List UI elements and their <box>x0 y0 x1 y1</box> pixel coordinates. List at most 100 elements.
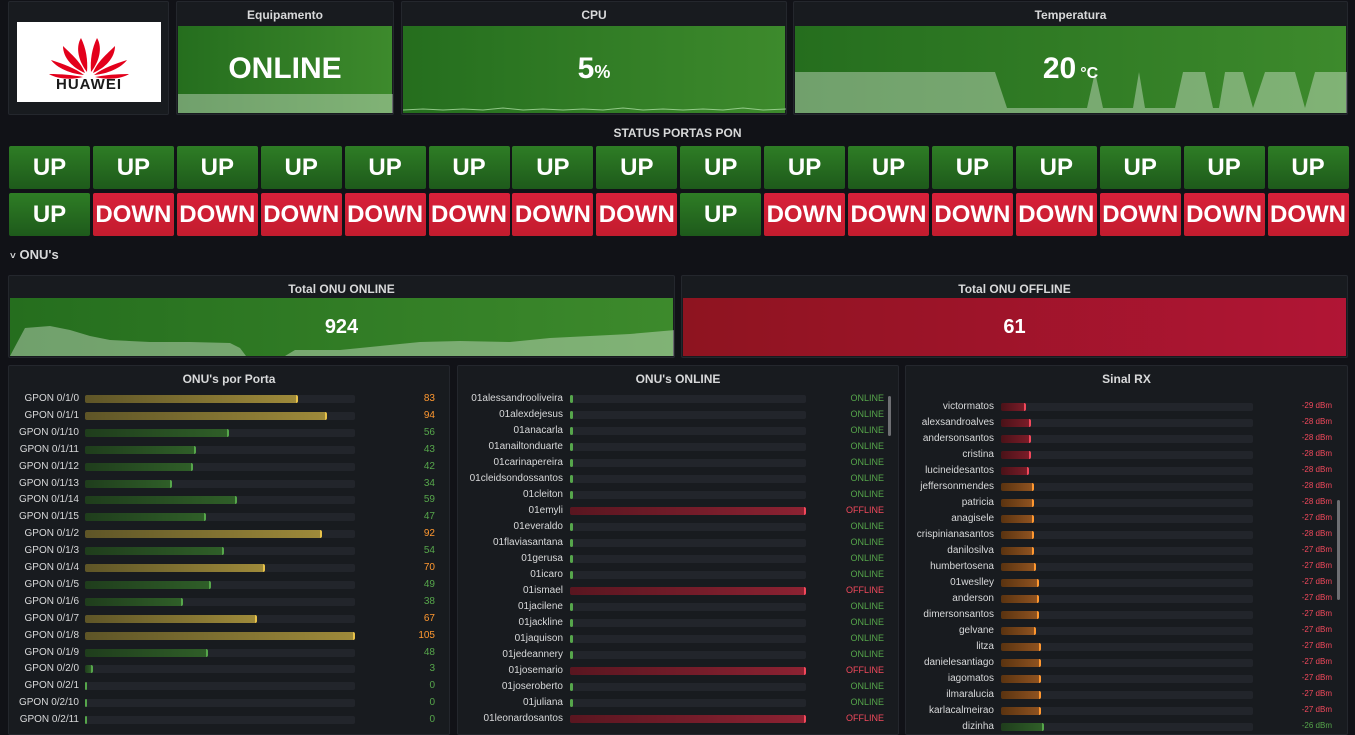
scrollbar[interactable] <box>1337 500 1340 600</box>
onu-row[interactable]: 01leonardosantos OFFLINE <box>458 711 898 727</box>
porta-row: GPON 0/1/12 42 <box>9 459 449 475</box>
panel-title: Sinal RX <box>1102 372 1151 386</box>
onu-status-text: ONLINE <box>850 601 884 611</box>
onu-status-text: ONLINE <box>850 681 884 691</box>
onu-row[interactable]: 01juliana ONLINE <box>458 695 898 711</box>
porta-bar-track <box>85 547 355 556</box>
onu-row[interactable]: 01jedeannery ONLINE <box>458 647 898 663</box>
pon-port-status: DOWN <box>1015 193 1097 236</box>
porta-value: 105 <box>418 629 435 641</box>
rx-row[interactable]: lucineidesantos -28 dBm <box>906 463 1346 479</box>
onus-row-toggle[interactable]: ˅ ONU's <box>10 247 59 262</box>
porta-bar-track <box>85 530 355 539</box>
onu-row[interactable]: 01alexdejesus ONLINE <box>458 407 898 423</box>
rx-bar-track <box>1001 595 1253 603</box>
onu-row[interactable]: 01jackline ONLINE <box>458 615 898 631</box>
porta-value: 3 <box>429 663 435 675</box>
onu-row[interactable]: 01carinapereira ONLINE <box>458 455 898 471</box>
onu-row[interactable]: 01josemario OFFLINE <box>458 663 898 679</box>
porta-value: 83 <box>423 393 435 404</box>
onu-status-fill <box>570 411 573 419</box>
porta-bar-fill <box>85 564 265 572</box>
onu-status-text: OFFLINE <box>845 505 884 515</box>
onu-row[interactable]: 01cleiton ONLINE <box>458 487 898 503</box>
onu-status-fill <box>570 667 806 675</box>
sinal-rx-panel: Sinal RX victormatos -29 dBm alexsandroalv… <box>905 365 1348 735</box>
rx-name: dimersonsantos <box>923 609 994 620</box>
onu-row[interactable]: 01jaquison ONLINE <box>458 631 898 647</box>
rx-bar-fill <box>1001 547 1034 555</box>
onu-row[interactable]: 01icaro ONLINE <box>458 567 898 583</box>
onu-row[interactable]: 01gerusa ONLINE <box>458 551 898 567</box>
onu-status-text: ONLINE <box>850 537 884 547</box>
rx-row[interactable]: anagisele -27 dBm <box>906 511 1346 527</box>
onu-status-bar <box>570 491 806 499</box>
rx-row[interactable]: anderson -27 dBm <box>906 591 1346 607</box>
rx-row[interactable]: patricia -28 dBm <box>906 495 1346 511</box>
rx-row[interactable]: cristina -28 dBm <box>906 447 1346 463</box>
rx-value: -29 dBm <box>1301 401 1332 410</box>
pon-port-status: DOWN <box>848 193 929 236</box>
rx-value: -27 dBm <box>1301 513 1332 522</box>
onu-row[interactable]: 01anailtonduarte ONLINE <box>458 439 898 455</box>
porta-value: 56 <box>423 426 435 438</box>
scrollbar[interactable] <box>888 396 891 436</box>
porta-value: 59 <box>423 494 435 506</box>
onu-status-fill <box>570 683 573 691</box>
rx-row[interactable]: gelvane -27 dBm <box>906 623 1346 639</box>
rx-value: -26 dBm <box>1301 721 1332 730</box>
onu-status-text: ONLINE <box>850 393 884 403</box>
porta-label: GPON 0/2/1 <box>24 680 79 692</box>
rx-row[interactable]: crispinianasantos -28 dBm <box>906 527 1346 543</box>
rx-row[interactable]: danilosilva -27 dBm <box>906 543 1346 559</box>
onu-row[interactable]: 01cleidsondossantos ONLINE <box>458 471 898 487</box>
total-online-value: 924 <box>324 316 359 338</box>
rx-value: -28 dBm <box>1301 433 1332 442</box>
onu-row[interactable]: 01jacilene ONLINE <box>458 599 898 615</box>
rx-bar-fill <box>1001 531 1034 539</box>
porta-bar-track <box>85 665 355 674</box>
rx-bar-fill <box>1001 595 1039 603</box>
rx-row[interactable]: victormatos -29 dBm <box>906 399 1346 415</box>
rx-row[interactable]: andersonsantos -28 dBm <box>906 431 1346 447</box>
rx-row[interactable]: litza -27 dBm <box>906 639 1346 655</box>
rx-row[interactable]: danielesantiago -27 dBm <box>906 655 1346 671</box>
porta-bar-fill <box>85 462 193 471</box>
onu-row[interactable]: 01ismael OFFLINE <box>458 583 898 599</box>
rx-row[interactable]: alexsandroalves -28 dBm <box>906 415 1346 431</box>
porta-row: GPON 0/1/2 92 <box>9 526 449 542</box>
porta-row: GPON 0/1/0 83 <box>9 391 449 407</box>
stat-background: 5% <box>403 26 786 113</box>
porta-value: 38 <box>423 595 435 607</box>
onu-row[interactable]: 01anacarla ONLINE <box>458 423 898 439</box>
rx-row[interactable]: 01weslley -27 dBm <box>906 575 1346 591</box>
onu-row[interactable]: 01joseroberto ONLINE <box>458 679 898 695</box>
rx-row[interactable]: dizinha -26 dBm <box>906 719 1346 734</box>
rx-row[interactable]: humbertosena -27 dBm <box>906 559 1346 575</box>
onu-row[interactable]: 01everaldo ONLINE <box>458 519 898 535</box>
rx-row[interactable]: dimersonsantos -27 dBm <box>906 607 1346 623</box>
onu-row[interactable]: 01flaviasantana ONLINE <box>458 535 898 551</box>
onus-por-porta-panel: ONU's por Porta GPON 0/1/0 83 GPON 0/1/1 94… <box>8 365 450 735</box>
porta-value: 48 <box>423 646 435 658</box>
onu-row[interactable]: 01emyli OFFLINE <box>458 503 898 519</box>
porta-bar-track <box>85 513 355 522</box>
onu-status-text: ONLINE <box>850 473 884 483</box>
onu-row[interactable]: 01alessandrooliveira ONLINE <box>458 391 898 407</box>
onu-status-text: ONLINE <box>850 697 884 707</box>
rx-bar-track <box>1001 563 1253 571</box>
rx-row[interactable]: jeffersonmendes -28 dBm <box>906 479 1346 495</box>
porta-label: GPON 0/2/10 <box>18 697 79 709</box>
onu-name: 01alexdejesus <box>499 409 563 420</box>
rx-row[interactable]: iagomatos -27 dBm <box>906 671 1346 687</box>
pon-port-status: UP <box>680 193 762 236</box>
onu-name: 01jedeannery <box>502 649 563 660</box>
rx-row[interactable]: karlacalmeirao -27 dBm <box>906 703 1346 719</box>
porta-bar-track <box>85 597 355 606</box>
porta-label: GPON 0/1/0 <box>24 393 79 404</box>
rx-name: anagisele <box>951 513 994 524</box>
porta-bar-fill <box>85 648 209 657</box>
logo-panel: HUAWEI <box>8 1 169 115</box>
porta-row: GPON 0/2/1 0 <box>9 678 449 694</box>
rx-row[interactable]: ilmaralucia -27 dBm <box>906 687 1346 703</box>
